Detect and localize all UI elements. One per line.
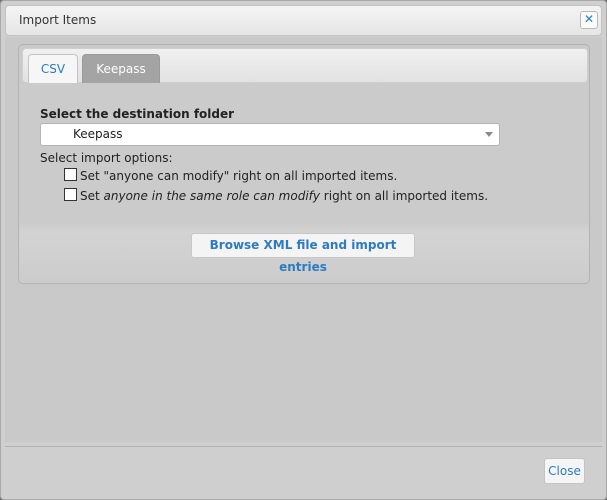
close-icon[interactable]: ✕: [580, 11, 598, 29]
footer-divider: [5, 446, 602, 447]
option-anyone-can-modify: Set "anyone can modify" right on all imp…: [64, 168, 397, 184]
same-role-label-suffix: right on all imported items.: [319, 189, 489, 203]
browse-xml-button[interactable]: Browse XML file and import entries: [191, 233, 415, 274]
tabs-header: CSV Keepass: [22, 48, 588, 83]
same-role-can-modify-checkbox[interactable]: [64, 188, 77, 201]
dialog-titlebar[interactable]: Import Items ✕: [5, 5, 602, 36]
folder-select-value: Keepass: [73, 127, 123, 141]
import-items-dialog: Import Items ✕ CSV Keepass Select the de…: [0, 0, 607, 500]
import-options-label: Select import options:: [40, 151, 173, 165]
anyone-can-modify-label: Set "anyone can modify" right on all imp…: [80, 169, 398, 183]
anyone-can-modify-checkbox[interactable]: [64, 168, 77, 181]
keepass-panel: Select the destination folder Keepass Se…: [19, 83, 589, 283]
close-button[interactable]: Close: [544, 458, 585, 484]
destination-folder-select[interactable]: Keepass: [40, 123, 500, 146]
destination-folder-label: Select the destination folder: [40, 107, 235, 121]
same-role-label-emphasis: anyone in the same role can modify: [103, 189, 320, 203]
tab-csv[interactable]: CSV: [28, 54, 78, 83]
same-role-label-prefix: Set: [80, 189, 104, 203]
option-same-role-can-modify: Set anyone in the same role can modify r…: [64, 188, 488, 204]
tab-keepass[interactable]: Keepass: [82, 54, 160, 83]
import-tabs: CSV Keepass Select the destination folde…: [18, 44, 590, 284]
chevron-down-icon: [485, 132, 493, 137]
dialog-title: Import Items: [19, 13, 97, 27]
